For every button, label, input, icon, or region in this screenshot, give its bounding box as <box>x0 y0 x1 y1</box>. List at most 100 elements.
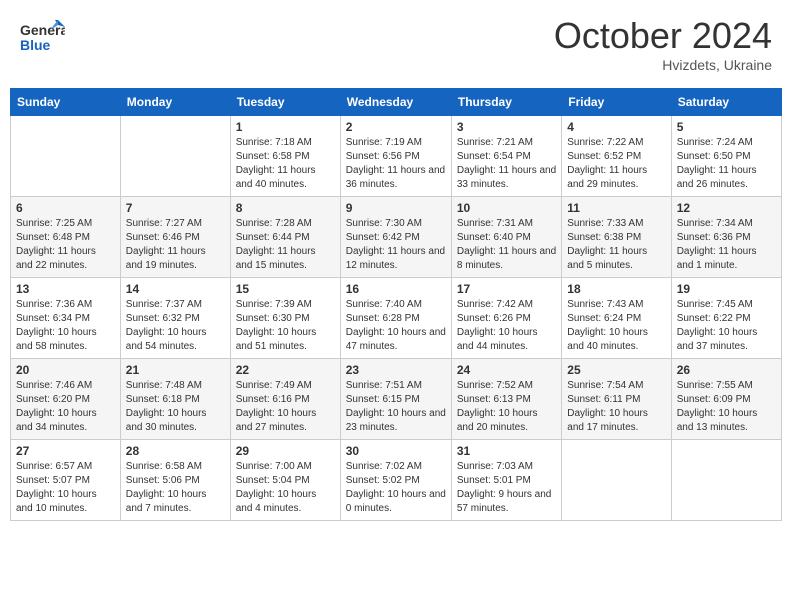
calendar-week-row: 13 Sunrise: 7:36 AM Sunset: 6:34 PM Dayli… <box>11 278 782 359</box>
calendar-day-cell <box>562 440 671 521</box>
logo: General Blue <box>20 15 65 60</box>
calendar-day-cell: 1 Sunrise: 7:18 AM Sunset: 6:58 PM Daylig… <box>230 116 340 197</box>
calendar-day-cell: 25 Sunrise: 7:54 AM Sunset: 6:11 PM Dayli… <box>562 359 671 440</box>
calendar-day-cell: 3 Sunrise: 7:21 AM Sunset: 6:54 PM Daylig… <box>451 116 561 197</box>
calendar-day-cell: 7Sunrise: 7:27 AM Sunset: 6:46 PM Daylig… <box>120 197 230 278</box>
day-number: 4 <box>567 120 665 134</box>
calendar-day-cell: 6 Sunrise: 7:25 AM Sunset: 6:48 PM Daylig… <box>11 197 121 278</box>
calendar-day-cell: 30 Sunrise: 7:02 AM Sunset: 5:02 PM Dayli… <box>340 440 451 521</box>
day-number: 23 <box>346 363 446 377</box>
title-block: October 2024 Hvizdets, Ukraine <box>554 15 772 73</box>
day-number: 25 <box>567 363 665 377</box>
calendar-day-cell <box>120 116 230 197</box>
day-number: 14 <box>126 282 225 296</box>
day-number: 2 <box>346 120 446 134</box>
day-number: 16 <box>346 282 446 296</box>
day-info: Sunrise: 7:36 AM Sunset: 6:34 PM Dayligh… <box>16 298 115 354</box>
day-info: Sunrise: 7:34 AM Sunset: 6:36 PM Dayligh… <box>677 217 776 273</box>
day-info: Sunrise: 7:40 AM Sunset: 6:28 PM Dayligh… <box>346 298 446 354</box>
day-number: 17 <box>457 282 556 296</box>
calendar-day-cell <box>11 116 121 197</box>
day-info: Sunrise: 7:52 AM Sunset: 6:13 PM Dayligh… <box>457 379 556 435</box>
calendar-day-cell: 5 Sunrise: 7:24 AM Sunset: 6:50 PM Daylig… <box>671 116 781 197</box>
day-info: Sunrise: 7:37 AM Sunset: 6:32 PM Dayligh… <box>126 298 225 354</box>
day-number: 18 <box>567 282 665 296</box>
day-number: 9 <box>346 201 446 215</box>
day-info: Sunrise: 6:57 AM Sunset: 5:07 PM Dayligh… <box>16 460 115 516</box>
calendar-header-row: SundayMondayTuesdayWednesdayThursdayFrid… <box>11 89 782 116</box>
calendar-day-cell: 23 Sunrise: 7:51 AM Sunset: 6:15 PM Dayli… <box>340 359 451 440</box>
day-number: 19 <box>677 282 776 296</box>
day-number: 11 <box>567 201 665 215</box>
calendar-day-cell: 2 Sunrise: 7:19 AM Sunset: 6:56 PM Daylig… <box>340 116 451 197</box>
day-number: 15 <box>236 282 335 296</box>
day-number: 8 <box>236 201 335 215</box>
day-info: Sunrise: 7:45 AM Sunset: 6:22 PM Dayligh… <box>677 298 776 354</box>
calendar-day-cell: 8 Sunrise: 7:28 AM Sunset: 6:44 PM Daylig… <box>230 197 340 278</box>
day-info: Sunrise: 7:51 AM Sunset: 6:15 PM Dayligh… <box>346 379 446 435</box>
day-info: Sunrise: 7:54 AM Sunset: 6:11 PM Dayligh… <box>567 379 665 435</box>
day-number: 13 <box>16 282 115 296</box>
day-of-week-header: Friday <box>562 89 671 116</box>
day-info: Sunrise: 7:46 AM Sunset: 6:20 PM Dayligh… <box>16 379 115 435</box>
calendar-day-cell: 15 Sunrise: 7:39 AM Sunset: 6:30 PM Dayli… <box>230 278 340 359</box>
day-number: 1 <box>236 120 335 134</box>
day-number: 30 <box>346 444 446 458</box>
day-number: 24 <box>457 363 556 377</box>
day-info: Sunrise: 7:00 AM Sunset: 5:04 PM Dayligh… <box>236 460 335 516</box>
day-info: Sunrise: 7:33 AM Sunset: 6:38 PM Dayligh… <box>567 217 665 273</box>
location-subtitle: Hvizdets, Ukraine <box>554 57 772 73</box>
calendar-day-cell: 26Sunrise: 7:55 AM Sunset: 6:09 PM Dayli… <box>671 359 781 440</box>
day-info: Sunrise: 7:25 AM Sunset: 6:48 PM Dayligh… <box>16 217 115 273</box>
day-of-week-header: Tuesday <box>230 89 340 116</box>
calendar-day-cell <box>671 440 781 521</box>
day-info: Sunrise: 7:48 AM Sunset: 6:18 PM Dayligh… <box>126 379 225 435</box>
day-number: 20 <box>16 363 115 377</box>
day-info: Sunrise: 7:02 AM Sunset: 5:02 PM Dayligh… <box>346 460 446 516</box>
day-number: 3 <box>457 120 556 134</box>
day-info: Sunrise: 7:03 AM Sunset: 5:01 PM Dayligh… <box>457 460 556 516</box>
day-info: Sunrise: 7:42 AM Sunset: 6:26 PM Dayligh… <box>457 298 556 354</box>
day-info: Sunrise: 7:43 AM Sunset: 6:24 PM Dayligh… <box>567 298 665 354</box>
day-info: Sunrise: 7:21 AM Sunset: 6:54 PM Dayligh… <box>457 136 556 192</box>
calendar-day-cell: 12 Sunrise: 7:34 AM Sunset: 6:36 PM Dayli… <box>671 197 781 278</box>
day-info: Sunrise: 7:55 AM Sunset: 6:09 PM Dayligh… <box>677 379 776 435</box>
day-of-week-header: Thursday <box>451 89 561 116</box>
calendar-day-cell: 17 Sunrise: 7:42 AM Sunset: 6:26 PM Dayli… <box>451 278 561 359</box>
calendar-day-cell: 27 Sunrise: 6:57 AM Sunset: 5:07 PM Dayli… <box>11 440 121 521</box>
day-of-week-header: Sunday <box>11 89 121 116</box>
calendar-day-cell: 18 Sunrise: 7:43 AM Sunset: 6:24 PM Dayli… <box>562 278 671 359</box>
day-number: 5 <box>677 120 776 134</box>
svg-text:Blue: Blue <box>20 37 51 53</box>
day-of-week-header: Wednesday <box>340 89 451 116</box>
day-of-week-header: Saturday <box>671 89 781 116</box>
calendar-day-cell: 21 Sunrise: 7:48 AM Sunset: 6:18 PM Dayli… <box>120 359 230 440</box>
day-number: 31 <box>457 444 556 458</box>
day-info: Sunrise: 7:24 AM Sunset: 6:50 PM Dayligh… <box>677 136 776 192</box>
day-number: 12 <box>677 201 776 215</box>
day-number: 7 <box>126 201 225 215</box>
day-info: Sunrise: 7:30 AM Sunset: 6:42 PM Dayligh… <box>346 217 446 273</box>
day-info: Sunrise: 7:28 AM Sunset: 6:44 PM Dayligh… <box>236 217 335 273</box>
calendar-week-row: 27 Sunrise: 6:57 AM Sunset: 5:07 PM Dayli… <box>11 440 782 521</box>
calendar-day-cell: 20 Sunrise: 7:46 AM Sunset: 6:20 PM Dayli… <box>11 359 121 440</box>
day-info: Sunrise: 7:39 AM Sunset: 6:30 PM Dayligh… <box>236 298 335 354</box>
day-number: 21 <box>126 363 225 377</box>
calendar-day-cell: 14 Sunrise: 7:37 AM Sunset: 6:32 PM Dayli… <box>120 278 230 359</box>
calendar-day-cell: 19 Sunrise: 7:45 AM Sunset: 6:22 PM Dayli… <box>671 278 781 359</box>
day-number: 22 <box>236 363 335 377</box>
day-info: Sunrise: 7:18 AM Sunset: 6:58 PM Dayligh… <box>236 136 335 192</box>
calendar-day-cell: 29Sunrise: 7:00 AM Sunset: 5:04 PM Dayli… <box>230 440 340 521</box>
day-number: 6 <box>16 201 115 215</box>
day-number: 28 <box>126 444 225 458</box>
calendar-day-cell: 24 Sunrise: 7:52 AM Sunset: 6:13 PM Dayli… <box>451 359 561 440</box>
calendar-week-row: 20 Sunrise: 7:46 AM Sunset: 6:20 PM Dayli… <box>11 359 782 440</box>
calendar-day-cell: 22 Sunrise: 7:49 AM Sunset: 6:16 PM Dayli… <box>230 359 340 440</box>
calendar-day-cell: 9 Sunrise: 7:30 AM Sunset: 6:42 PM Daylig… <box>340 197 451 278</box>
calendar-week-row: 1 Sunrise: 7:18 AM Sunset: 6:58 PM Daylig… <box>11 116 782 197</box>
calendar-day-cell: 4Sunrise: 7:22 AM Sunset: 6:52 PM Daylig… <box>562 116 671 197</box>
day-info: Sunrise: 7:49 AM Sunset: 6:16 PM Dayligh… <box>236 379 335 435</box>
day-info: Sunrise: 7:19 AM Sunset: 6:56 PM Dayligh… <box>346 136 446 192</box>
calendar-day-cell: 13 Sunrise: 7:36 AM Sunset: 6:34 PM Dayli… <box>11 278 121 359</box>
day-number: 27 <box>16 444 115 458</box>
